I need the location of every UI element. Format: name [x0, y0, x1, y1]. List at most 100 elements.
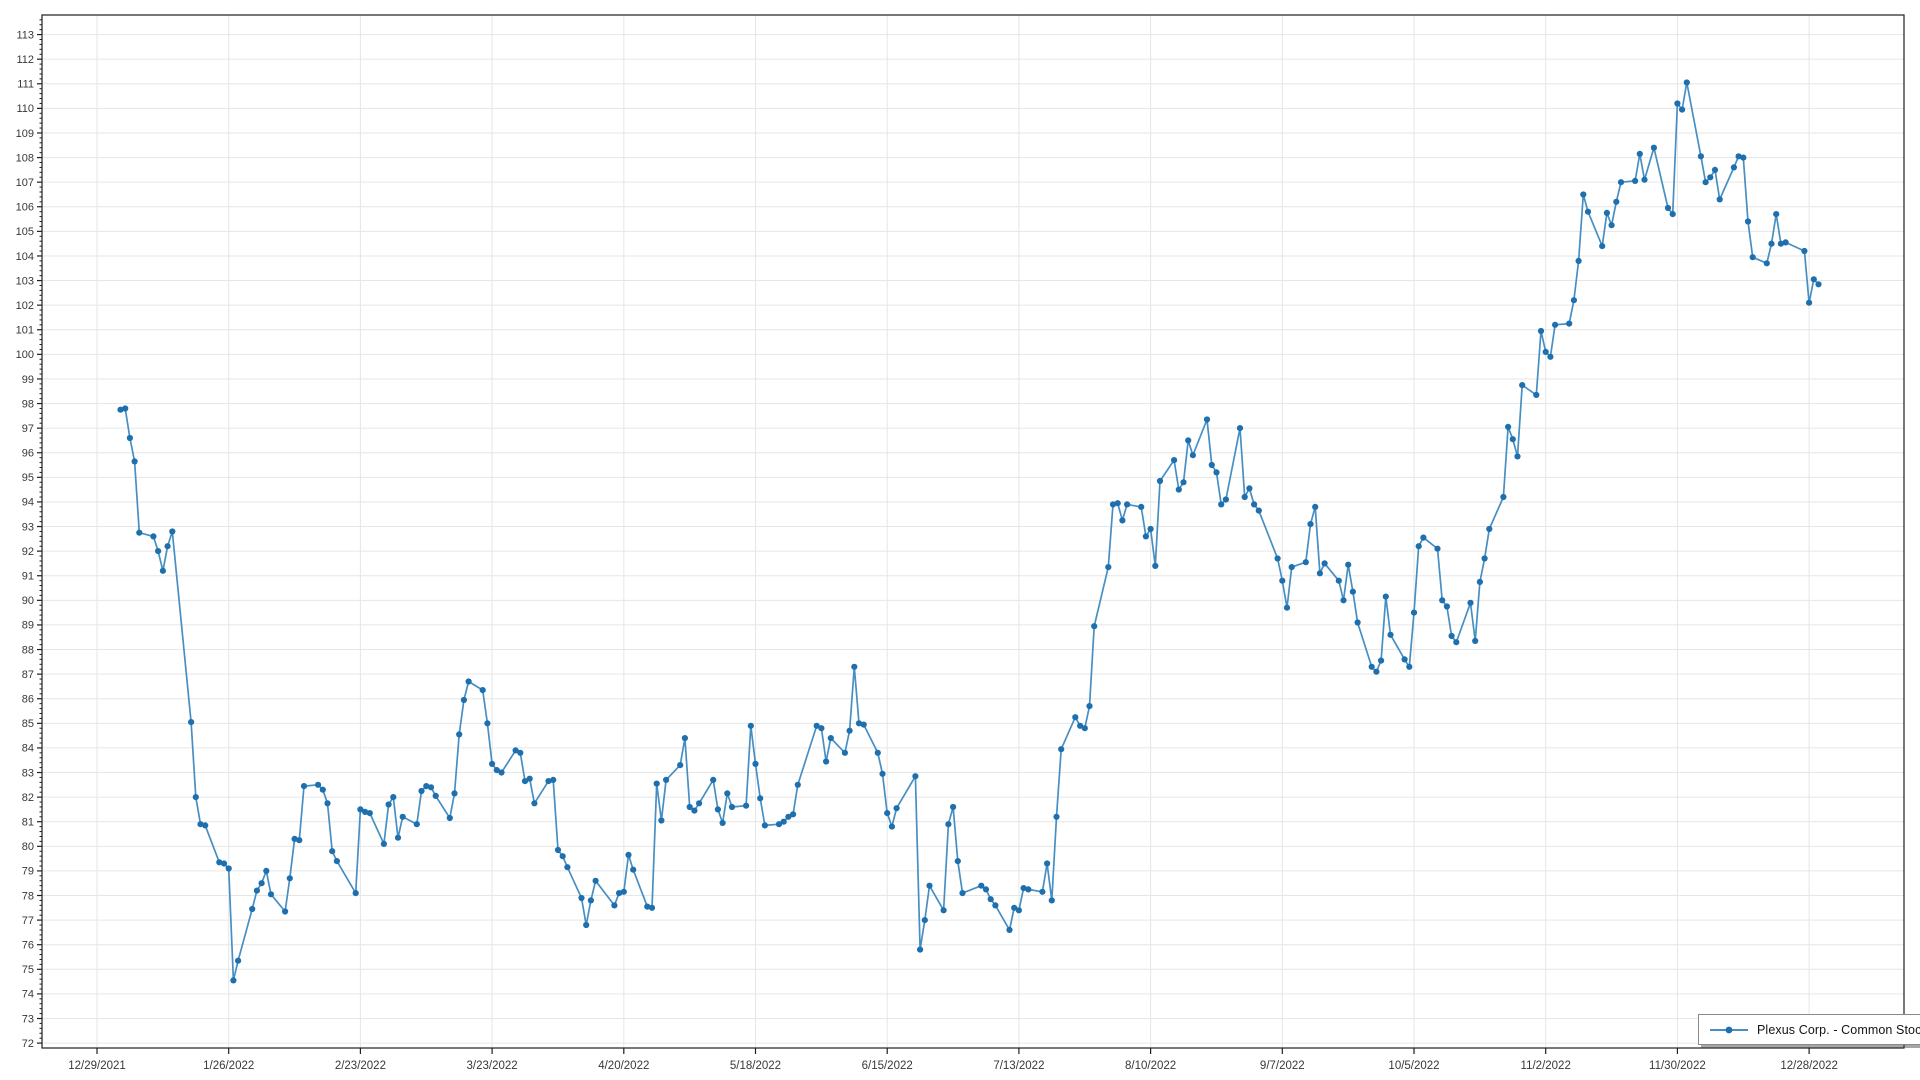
data-point[interactable] [1477, 579, 1483, 585]
data-point[interactable] [1566, 321, 1572, 327]
data-point[interactable] [790, 811, 796, 817]
data-point[interactable] [259, 880, 265, 886]
data-point[interactable] [715, 806, 721, 812]
data-point[interactable] [611, 902, 617, 908]
data-point[interactable] [1072, 714, 1078, 720]
data-point[interactable] [1025, 886, 1031, 892]
data-point[interactable] [926, 883, 932, 889]
data-point[interactable] [428, 784, 434, 790]
data-point[interactable] [1740, 155, 1746, 161]
data-point[interactable] [1185, 437, 1191, 443]
data-point[interactable] [861, 722, 867, 728]
data-point[interactable] [682, 735, 688, 741]
data-point[interactable] [1355, 619, 1361, 625]
data-point[interactable] [296, 837, 302, 843]
data-point[interactable] [395, 835, 401, 841]
data-point[interactable] [710, 777, 716, 783]
data-point[interactable] [879, 771, 885, 777]
data-point[interactable] [122, 405, 128, 411]
data-point[interactable] [221, 860, 227, 866]
data-point[interactable] [324, 800, 330, 806]
data-point[interactable] [621, 889, 627, 895]
data-point[interactable] [1665, 205, 1671, 211]
data-point[interactable] [823, 758, 829, 764]
data-point[interactable] [884, 810, 890, 816]
data-point[interactable] [498, 769, 504, 775]
data-point[interactable] [1416, 543, 1422, 549]
data-point[interactable] [1449, 633, 1455, 639]
data-point[interactable] [527, 776, 533, 782]
data-point[interactable] [1632, 178, 1638, 184]
data-point[interactable] [1044, 860, 1050, 866]
data-point[interactable] [1604, 210, 1610, 216]
data-point[interactable] [1698, 153, 1704, 159]
data-point[interactable] [875, 750, 881, 756]
data-point[interactable] [489, 761, 495, 767]
data-point[interactable] [226, 865, 232, 871]
data-point[interactable] [1505, 424, 1511, 430]
data-point[interactable] [1176, 487, 1182, 493]
data-point[interactable] [1369, 664, 1375, 670]
data-point[interactable] [1637, 151, 1643, 157]
data-point[interactable] [1547, 354, 1553, 360]
data-point[interactable] [249, 906, 255, 912]
data-point[interactable] [654, 781, 660, 787]
data-point[interactable] [230, 977, 236, 983]
data-point[interactable] [433, 793, 439, 799]
data-point[interactable] [1312, 504, 1318, 510]
data-point[interactable] [414, 821, 420, 827]
data-point[interactable] [1750, 254, 1756, 260]
data-point[interactable] [757, 795, 763, 801]
data-point[interactable] [418, 788, 424, 794]
data-point[interactable] [1613, 199, 1619, 205]
data-point[interactable] [630, 867, 636, 873]
data-point[interactable] [894, 805, 900, 811]
data-point[interactable] [1599, 243, 1605, 249]
data-point[interactable] [1091, 623, 1097, 629]
data-point[interactable] [1171, 457, 1177, 463]
data-point[interactable] [649, 905, 655, 911]
data-point[interactable] [1039, 889, 1045, 895]
data-point[interactable] [555, 847, 561, 853]
data-point[interactable] [1190, 452, 1196, 458]
data-point[interactable] [1670, 211, 1676, 217]
data-point[interactable] [691, 808, 697, 814]
data-point[interactable] [1049, 897, 1055, 903]
data-point[interactable] [1082, 725, 1088, 731]
data-point[interactable] [1406, 664, 1412, 670]
data-point[interactable] [1317, 570, 1323, 576]
data-point[interactable] [1482, 555, 1488, 561]
data-point[interactable] [268, 891, 274, 897]
data-point[interactable] [1641, 177, 1647, 183]
data-point[interactable] [842, 750, 848, 756]
data-point[interactable] [1679, 107, 1685, 113]
data-point[interactable] [466, 678, 472, 684]
data-point[interactable] [781, 819, 787, 825]
data-point[interactable] [1157, 478, 1163, 484]
data-point[interactable] [889, 824, 895, 830]
data-point[interactable] [1434, 546, 1440, 552]
data-point[interactable] [729, 804, 735, 810]
data-point[interactable] [1303, 559, 1309, 565]
data-point[interactable] [531, 800, 537, 806]
data-point[interactable] [451, 790, 457, 796]
data-point[interactable] [992, 902, 998, 908]
data-point[interactable] [301, 783, 307, 789]
data-point[interactable] [1242, 494, 1248, 500]
data-point[interactable] [1538, 328, 1544, 334]
data-point[interactable] [367, 810, 373, 816]
data-point[interactable] [1237, 425, 1243, 431]
data-point[interactable] [983, 886, 989, 892]
data-point[interactable] [484, 720, 490, 726]
data-point[interactable] [550, 777, 556, 783]
data-point[interactable] [1006, 927, 1012, 933]
data-point[interactable] [588, 897, 594, 903]
data-point[interactable] [1420, 535, 1426, 541]
data-point[interactable] [917, 947, 923, 953]
data-point[interactable] [386, 801, 392, 807]
data-point[interactable] [1086, 703, 1092, 709]
data-point[interactable] [1016, 907, 1022, 913]
data-point[interactable] [1585, 209, 1591, 215]
data-point[interactable] [1467, 600, 1473, 606]
data-point[interactable] [828, 735, 834, 741]
